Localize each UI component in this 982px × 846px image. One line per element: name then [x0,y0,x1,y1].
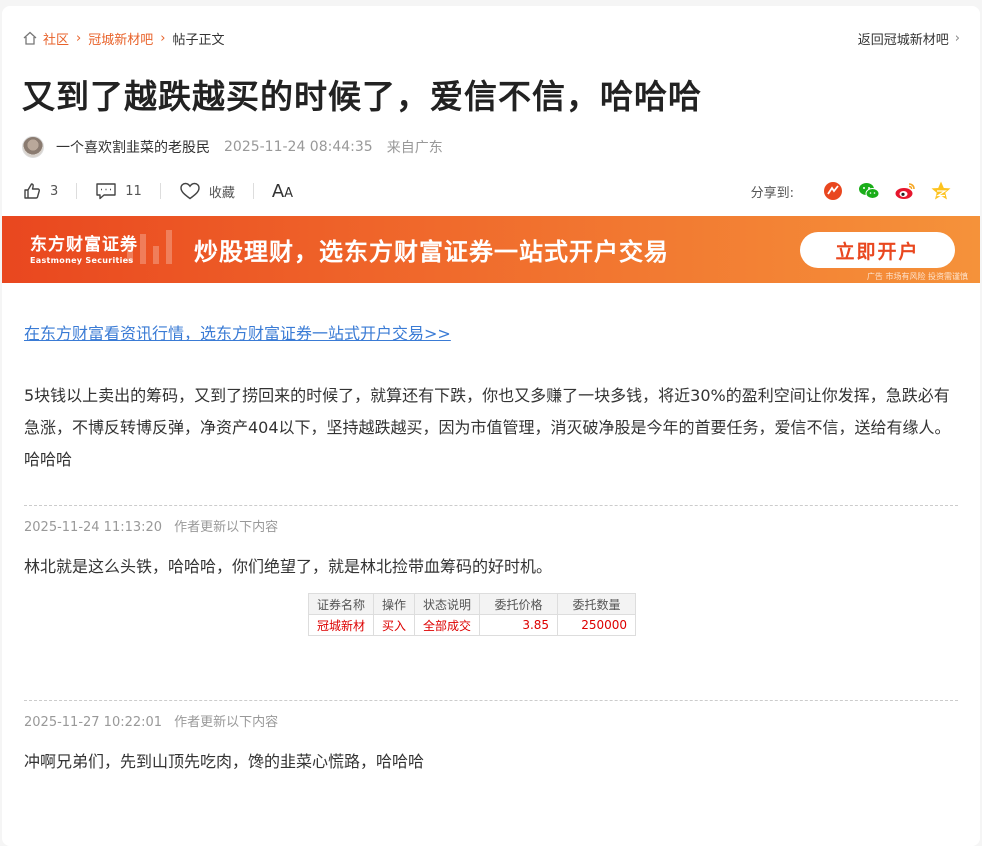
update-text: 冲啊兄弟们，先到山顶先吃肉，馋的韭菜心慌路，哈哈哈 [24,752,425,771]
breadcrumb: 社区 › 冠城新材吧 › 帖子正文 [22,24,224,52]
ad-slogan: 炒股理财，选东方财富证券一站式开户交易 [194,238,669,266]
back-link[interactable]: 返回冠城新材吧 › [858,24,960,52]
comment-count: 11 [125,183,142,199]
favorite-label: 收藏 [208,185,235,201]
breadcrumb-community[interactable]: 社区 [43,29,69,48]
divider [24,700,958,701]
heart-icon [180,182,200,200]
wechat-share-button[interactable] [858,180,880,202]
like-button[interactable]: 3 [22,181,58,201]
table-header: 委托价格 [479,593,559,615]
weibo-icon [895,183,915,199]
table-cell: 3.85 [479,614,559,636]
share-app-button[interactable] [822,180,844,202]
promo-link[interactable]: 在东方财富看资讯行情，选东方财富证券一站式开户交易>> [24,320,451,344]
qzone-icon [931,181,951,200]
update-text: 林北就是这么头铁，哈哈哈，你们绝望了，就是林北捡带血筹码的好时机。 [24,557,553,576]
eastmoney-logo: 东方财富证券 Eastmoney Securities [30,235,138,265]
table-header: 操作 [373,593,416,615]
post-content: 5块钱以上卖出的筹码，又到了捞回来的时候了，就算还有下跌，你也又多赚了一块多钱，… [24,386,951,469]
table-cell: 买入 [373,614,416,636]
table-cell: 全部成交 [414,614,481,636]
divider [24,505,958,506]
breadcrumb-bar[interactable]: 冠城新材吧 [88,29,153,48]
chevron-right-icon: › [954,30,960,46]
qzone-share-button[interactable] [930,180,952,202]
chevron-right-icon: › [160,30,166,46]
favorite-button[interactable]: 收藏 [179,181,235,201]
update-header: 2025-11-24 11:13:20 作者更新以下内容 [24,516,278,535]
update-label: 作者更新以下内容 [174,715,279,730]
home-icon [23,31,37,45]
table-header: 状态说明 [414,593,481,615]
update-time: 2025-11-24 11:13:20 [24,520,163,535]
post-location: 来自广东 [386,140,443,156]
font-size-icon: AA [271,180,294,202]
share-app-icon [824,182,842,200]
update-header: 2025-11-27 10:22:01 作者更新以下内容 [24,711,278,730]
open-account-button[interactable]: 立即开户 [800,232,955,268]
wechat-icon [859,183,880,199]
breadcrumb-current: 帖子正文 [172,32,225,48]
chevron-right-icon: › [76,30,82,46]
table-cell: 250000 [557,614,637,636]
update-label: 作者更新以下内容 [174,520,279,535]
font-size-button[interactable]: AA [272,181,293,202]
post-meta: 一个喜欢割韭菜的老股民 2025-11-24 08:44:35 来自广东 [22,134,443,160]
comment-button[interactable]: 11 [95,181,142,201]
like-count: 3 [50,183,59,199]
comment-icon [96,183,116,200]
author-name[interactable]: 一个喜欢割韭菜的老股民 [56,137,210,157]
share-label: 分享到: [750,185,794,201]
table-cell: 冠城新材 [307,614,375,636]
update-time: 2025-11-27 10:22:01 [24,715,163,730]
avatar[interactable] [22,136,44,158]
page-title: 又到了越跌越买的时候了，爱信不信，哈哈哈 [22,77,702,116]
table-header-row: 证券名称 操作 状态说明 委托价格 委托数量 [307,593,637,615]
ad-disclaimer: 广告 市场有风险 投资需谨慎 [866,272,968,281]
divider [76,183,78,199]
back-link-label[interactable]: 返回冠城新材吧 [858,29,949,48]
thumbs-up-icon [24,183,40,199]
share-bar: 分享到: [751,176,952,206]
ad-banner[interactable]: 东方财富证券 Eastmoney Securities 炒股理财，选东方财富证券… [2,216,980,283]
post-time: 2025-11-24 08:44:35 [224,139,373,155]
table-header: 委托数量 [557,593,637,615]
weibo-share-button[interactable] [894,180,916,202]
table-header: 证券名称 [307,593,375,615]
divider [159,183,161,199]
table-row: 冠城新材 买入 全部成交 3.85 250000 [307,614,637,636]
action-bar: 3 11 收藏 AA [22,176,293,206]
trade-screenshot-table: 证券名称 操作 状态说明 委托价格 委托数量 冠城新材 买入 全部成交 3.85… [307,593,637,636]
divider [252,183,254,199]
